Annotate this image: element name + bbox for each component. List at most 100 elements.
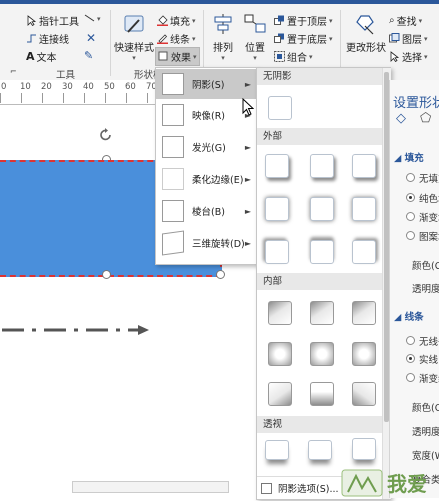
- gradient-line-label: 渐变线: [419, 374, 439, 385]
- ruler-tick: [63, 93, 64, 103]
- fill-section-header[interactable]: ◢ 填充: [394, 150, 424, 164]
- shadow-option-perspective[interactable]: [352, 438, 376, 460]
- effects-tab-icon[interactable]: ⬠: [420, 111, 431, 126]
- select-label: 选择: [402, 53, 422, 64]
- pointer-icon: [26, 15, 37, 27]
- change-shape-button[interactable]: 更改形状: [346, 12, 386, 54]
- shadow-option-outer[interactable]: [310, 197, 334, 221]
- align-icon: [210, 12, 236, 36]
- shadow-option-none[interactable]: [268, 96, 292, 120]
- find-button[interactable]: ⌕ 查找 ▾: [389, 13, 422, 28]
- effects-menu-item-glow[interactable]: 发光(G) ►: [156, 132, 257, 162]
- horizontal-scrollbar[interactable]: [72, 481, 229, 493]
- dropdown-caret-icon: ▾: [309, 52, 313, 61]
- shadow-effect-icon: [162, 73, 184, 95]
- dropdown-caret-icon: ▾: [329, 34, 333, 43]
- shadow-option-outer[interactable]: [352, 240, 376, 264]
- no-fill-radio[interactable]: [406, 173, 415, 182]
- solid-fill-radio[interactable]: [406, 193, 415, 202]
- ruler-tick: [126, 93, 127, 103]
- dropdown-caret-icon: ▾: [193, 52, 197, 61]
- shadow-option-outer[interactable]: [265, 154, 289, 178]
- line-section-header[interactable]: ◢ 线条: [394, 309, 424, 323]
- dash-dot-arrow-line[interactable]: [0, 323, 152, 337]
- shadow-option-inner[interactable]: [268, 301, 292, 325]
- ruler-tick: [147, 93, 148, 103]
- rotate-handle-icon[interactable]: [98, 127, 114, 143]
- select-button[interactable]: 选择 ▾: [389, 49, 428, 64]
- line-style-button[interactable]: 线条 ▾: [157, 31, 196, 46]
- shadow-option-inner[interactable]: [352, 301, 376, 325]
- group-button[interactable]: 组合 ▾: [274, 49, 313, 64]
- send-to-back-button[interactable]: 置于底层 ▾: [274, 31, 333, 46]
- line-tool-button[interactable]: ▾: [84, 13, 101, 24]
- submenu-arrow-icon: ►: [244, 79, 251, 89]
- shadow-option-inner[interactable]: [310, 342, 334, 366]
- resize-handle[interactable]: [102, 270, 111, 279]
- layers-label: 图层: [402, 35, 422, 46]
- line-transparency-label: 透明度: [412, 427, 439, 438]
- paint-bucket-icon: [157, 15, 168, 26]
- effects-button[interactable]: 效果 ▾: [155, 47, 200, 66]
- dropdown-caret-icon: ▾: [192, 34, 196, 43]
- ruler-tick-label: 0: [1, 82, 7, 92]
- submenu-arrow-icon: ►: [244, 174, 251, 184]
- shadow-option-outer[interactable]: [310, 240, 334, 264]
- gradient-fill-radio[interactable]: [406, 212, 415, 221]
- gradient-line-radio[interactable]: [406, 373, 415, 382]
- dialog-launcher-icon[interactable]: ⌐: [10, 67, 17, 76]
- ruler-tick: [21, 93, 22, 103]
- title-strip: [0, 0, 439, 4]
- layers-button[interactable]: 图层 ▾: [389, 31, 428, 46]
- shadow-option-inner[interactable]: [310, 301, 334, 325]
- quick-styles-button[interactable]: 快速样式 ▾: [114, 12, 154, 62]
- connector-tool-button[interactable]: 连接线: [26, 31, 69, 46]
- shadow-option-perspective[interactable]: [265, 440, 289, 460]
- no-fill-label: 无填充: [419, 174, 439, 185]
- dropdown-caret-icon: ▾: [221, 54, 225, 62]
- pattern-fill-radio[interactable]: [406, 231, 415, 240]
- change-shape-label: 更改形状: [346, 43, 386, 54]
- fill-line-tab-icon[interactable]: ◇: [396, 111, 406, 126]
- quick-styles-icon: [121, 12, 147, 36]
- bring-front-icon: [274, 15, 285, 26]
- effects-menu-item-3d-rotation[interactable]: 三维旋转(D) ►: [156, 228, 257, 258]
- align-button[interactable]: 排列 ▾: [210, 12, 236, 62]
- shadow-option-perspective[interactable]: [308, 440, 332, 460]
- format-shape-pane: 设置形状 ◇ ⬠ ◢ 填充 无填充 纯色填充 渐变填充 图案填充 颜色(C) 透…: [389, 80, 439, 498]
- shadow-option-outer[interactable]: [352, 197, 376, 221]
- dropdown-caret-icon: ▾: [253, 54, 257, 62]
- bring-to-front-button[interactable]: 置于顶层 ▾: [274, 13, 333, 28]
- change-shape-icon: [353, 12, 379, 36]
- text-tool-button[interactable]: A 文本: [26, 49, 57, 64]
- solid-line-radio[interactable]: [406, 354, 415, 363]
- send-back-label: 置于底层: [287, 35, 327, 46]
- no-line-label: 无线条: [419, 337, 439, 348]
- ruler-tick: [84, 93, 85, 103]
- pencil-tool-button[interactable]: ✎: [84, 49, 93, 62]
- shadow-option-inner[interactable]: [310, 382, 334, 406]
- shadow-option-inner[interactable]: [352, 342, 376, 366]
- effects-menu-item-bevel[interactable]: 棱台(B) ►: [156, 196, 257, 226]
- no-line-radio[interactable]: [406, 336, 415, 345]
- gallery-section-outer: 外部: [257, 128, 387, 145]
- resize-handle[interactable]: [216, 270, 225, 279]
- fill-button[interactable]: 填充 ▾: [157, 13, 196, 28]
- shadow-option-inner[interactable]: [352, 382, 376, 406]
- shadow-option-outer[interactable]: [265, 197, 289, 221]
- effects-menu-item-shadow[interactable]: 阴影(S) ►: [156, 69, 257, 99]
- shadow-option-outer[interactable]: [310, 154, 334, 178]
- effects-menu-item-soft-edges[interactable]: 柔化边缘(E) ►: [156, 164, 257, 194]
- shadow-option-outer[interactable]: [352, 154, 376, 178]
- dropdown-caret-icon: ▾: [418, 16, 423, 25]
- send-back-icon: [274, 33, 285, 44]
- shadow-option-inner[interactable]: [268, 382, 292, 406]
- shadow-option-outer[interactable]: [265, 240, 289, 264]
- position-button[interactable]: 位置 ▾: [242, 12, 268, 62]
- pointer-tool-button[interactable]: 指针工具: [26, 13, 79, 28]
- dropdown-caret-icon: ▾: [192, 16, 196, 25]
- ruler-tick: [105, 93, 106, 103]
- ruler-tick: [42, 93, 43, 103]
- shadow-option-inner[interactable]: [268, 342, 292, 366]
- delete-button[interactable]: ✕: [86, 31, 96, 45]
